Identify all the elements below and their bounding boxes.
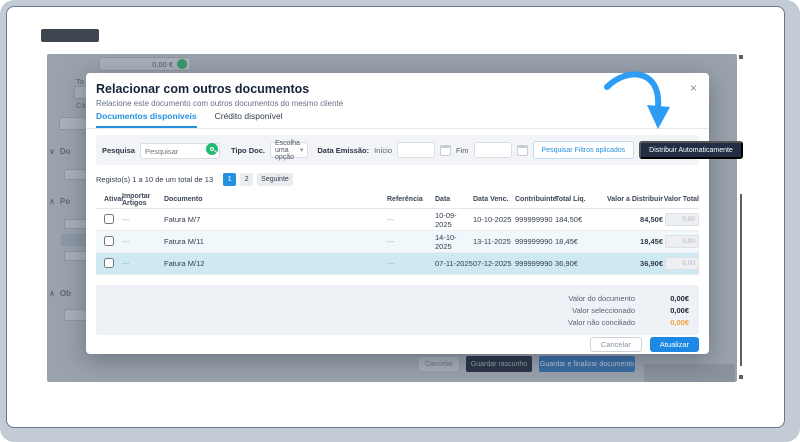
background-green-status-icon	[177, 59, 187, 69]
col-data: Data	[435, 196, 473, 203]
background-field-label-2: Cá	[76, 101, 86, 110]
page-button-1[interactable]: 1	[223, 173, 236, 186]
valor-total-input[interactable]	[665, 213, 699, 226]
col-valor-total: Valor Total	[663, 196, 699, 203]
table-row[interactable]: --- Fatura M/7 --- 10-09-2025 10-10-2025…	[96, 209, 699, 231]
calendar-icon[interactable]	[440, 145, 451, 156]
col-contribuinte: Contribuinte	[515, 196, 555, 203]
documento-cell: Fatura M/12	[164, 259, 387, 268]
chevron-up-icon: ∧	[49, 197, 55, 206]
tipo-doc-label: Tipo Doc.	[231, 146, 265, 155]
documento-cell: Fatura M/7	[164, 215, 387, 224]
date-start-input[interactable]	[397, 142, 435, 158]
search-applied-filters-button[interactable]: Pesquisar Filtros aplicados	[533, 141, 635, 159]
calendar-icon[interactable]	[517, 145, 528, 156]
browser-frame: 0,00 € Ta Cá ∨ Do ∧ Po ∧ Ob	[6, 6, 785, 428]
col-referencia: Referência	[387, 196, 435, 203]
row-checkbox[interactable]	[104, 214, 114, 224]
chevron-up-icon: ∧	[49, 289, 55, 298]
background-amount-field: 0,00 €	[99, 57, 191, 71]
inicio-label: Início	[374, 146, 392, 155]
relate-documents-modal: × Relacionar com outros documentos Relac…	[86, 73, 709, 354]
search-icon[interactable]	[206, 143, 218, 155]
search-field-wrap	[140, 141, 220, 160]
tab-documentos-disponiveis[interactable]: Documentos disponíveis	[96, 111, 197, 128]
summary-row: Valor não conciliado 0,00€	[96, 318, 689, 327]
chevron-down-icon: ∨	[49, 147, 55, 156]
valor-total-input[interactable]	[665, 235, 699, 248]
next-page-button[interactable]: Seguinte	[257, 173, 293, 186]
col-ativar: Ativar	[96, 196, 122, 203]
fim-label: Fim	[456, 146, 469, 155]
search-label: Pesquisa	[102, 146, 135, 155]
screenshot-canvas: 0,00 € Ta Cá ∨ Do ∧ Po ∧ Ob	[0, 0, 800, 442]
background-save-draft-button: Guardar rascunho	[466, 356, 532, 372]
valor-seleccionado-value: 0,00€	[649, 306, 689, 315]
row-checkbox[interactable]	[104, 236, 114, 246]
documento-cell: Fatura M/11	[164, 237, 387, 246]
close-icon[interactable]: ×	[690, 81, 697, 95]
modal-tabs: Documentos disponíveis Crédito disponíve…	[86, 111, 709, 129]
col-data-venc: Data Venc.	[473, 196, 515, 203]
cancel-button[interactable]: Cancelar	[590, 337, 642, 352]
summary-row: Valor seleccionado 0,00€	[96, 306, 689, 315]
update-button[interactable]: Atualizar	[650, 337, 699, 352]
summary-row: Valor do documento 0,00€	[96, 294, 689, 303]
background-dark-dropdown	[41, 29, 99, 42]
background-section-observacoes: ∧ Ob	[49, 289, 71, 298]
background-finalize-button: Guardar e finalizar documento	[539, 356, 635, 372]
date-end-input[interactable]	[474, 142, 512, 158]
background-field-label-1: Ta	[76, 77, 84, 86]
tipo-doc-selected-value: Escolha uma opção	[275, 140, 300, 161]
modal-subtitle: Relacione este documento com outros docu…	[96, 99, 343, 108]
table-row-highlighted[interactable]: --- Fatura M/12 --- 07-11-2025 07-12-202…	[96, 253, 699, 275]
distribute-automatically-button[interactable]: Distribuir Automaticamente	[639, 141, 743, 159]
pagination-summary: Registo(s) 1 a 10 de um total de 13	[96, 175, 213, 184]
col-documento: Documento	[164, 196, 387, 203]
scrollbar-down-arrow[interactable]	[739, 375, 743, 379]
page-scrollbar[interactable]	[740, 194, 742, 366]
modal-footer: Cancelar Atualizar	[590, 337, 699, 352]
valor-documento-value: 0,00€	[649, 294, 689, 303]
valor-total-input[interactable]	[665, 257, 699, 270]
table-row[interactable]: --- Fatura M/11 --- 14-10-2025 13-11-202…	[96, 231, 699, 253]
col-importar-artigos: Importar Artigos	[122, 193, 164, 207]
table-header-row: Ativar Importar Artigos Documento Referê…	[96, 191, 699, 209]
col-total-liq: Total Liq.	[555, 196, 605, 203]
filter-bar: Pesquisa Tipo Doc. Escolha uma opção ▾ D…	[96, 135, 699, 165]
valor-nao-conciliado-value: 0,00€	[649, 318, 689, 327]
tab-credito-disponivel[interactable]: Crédito disponível	[215, 111, 283, 128]
col-valor-a-distribuir: Valor a Distribuir	[605, 196, 663, 203]
background-amount-value: 0,00 €	[152, 60, 173, 69]
page-button-2[interactable]: 2	[240, 173, 253, 186]
chevron-down-icon: ▾	[300, 146, 304, 154]
totals-summary: Valor do documento 0,00€ Valor seleccion…	[96, 285, 699, 335]
row-checkbox[interactable]	[104, 258, 114, 268]
background-right-panel-block	[644, 364, 735, 382]
pagination: Registo(s) 1 a 10 de um total de 13 1 2 …	[96, 173, 293, 186]
scrollbar-up-arrow[interactable]	[739, 55, 743, 59]
background-section-documentos: ∨ Do	[49, 147, 71, 156]
background-section-pagamentos: ∧ Po	[49, 197, 70, 206]
magnifier-glyph	[210, 147, 214, 151]
background-cancel-button: Cancelar	[419, 357, 459, 371]
modal-title: Relacionar com outros documentos	[96, 82, 309, 96]
data-emissao-label: Data Emissão:	[317, 146, 369, 155]
tipo-doc-select[interactable]: Escolha uma opção ▾	[270, 142, 308, 158]
